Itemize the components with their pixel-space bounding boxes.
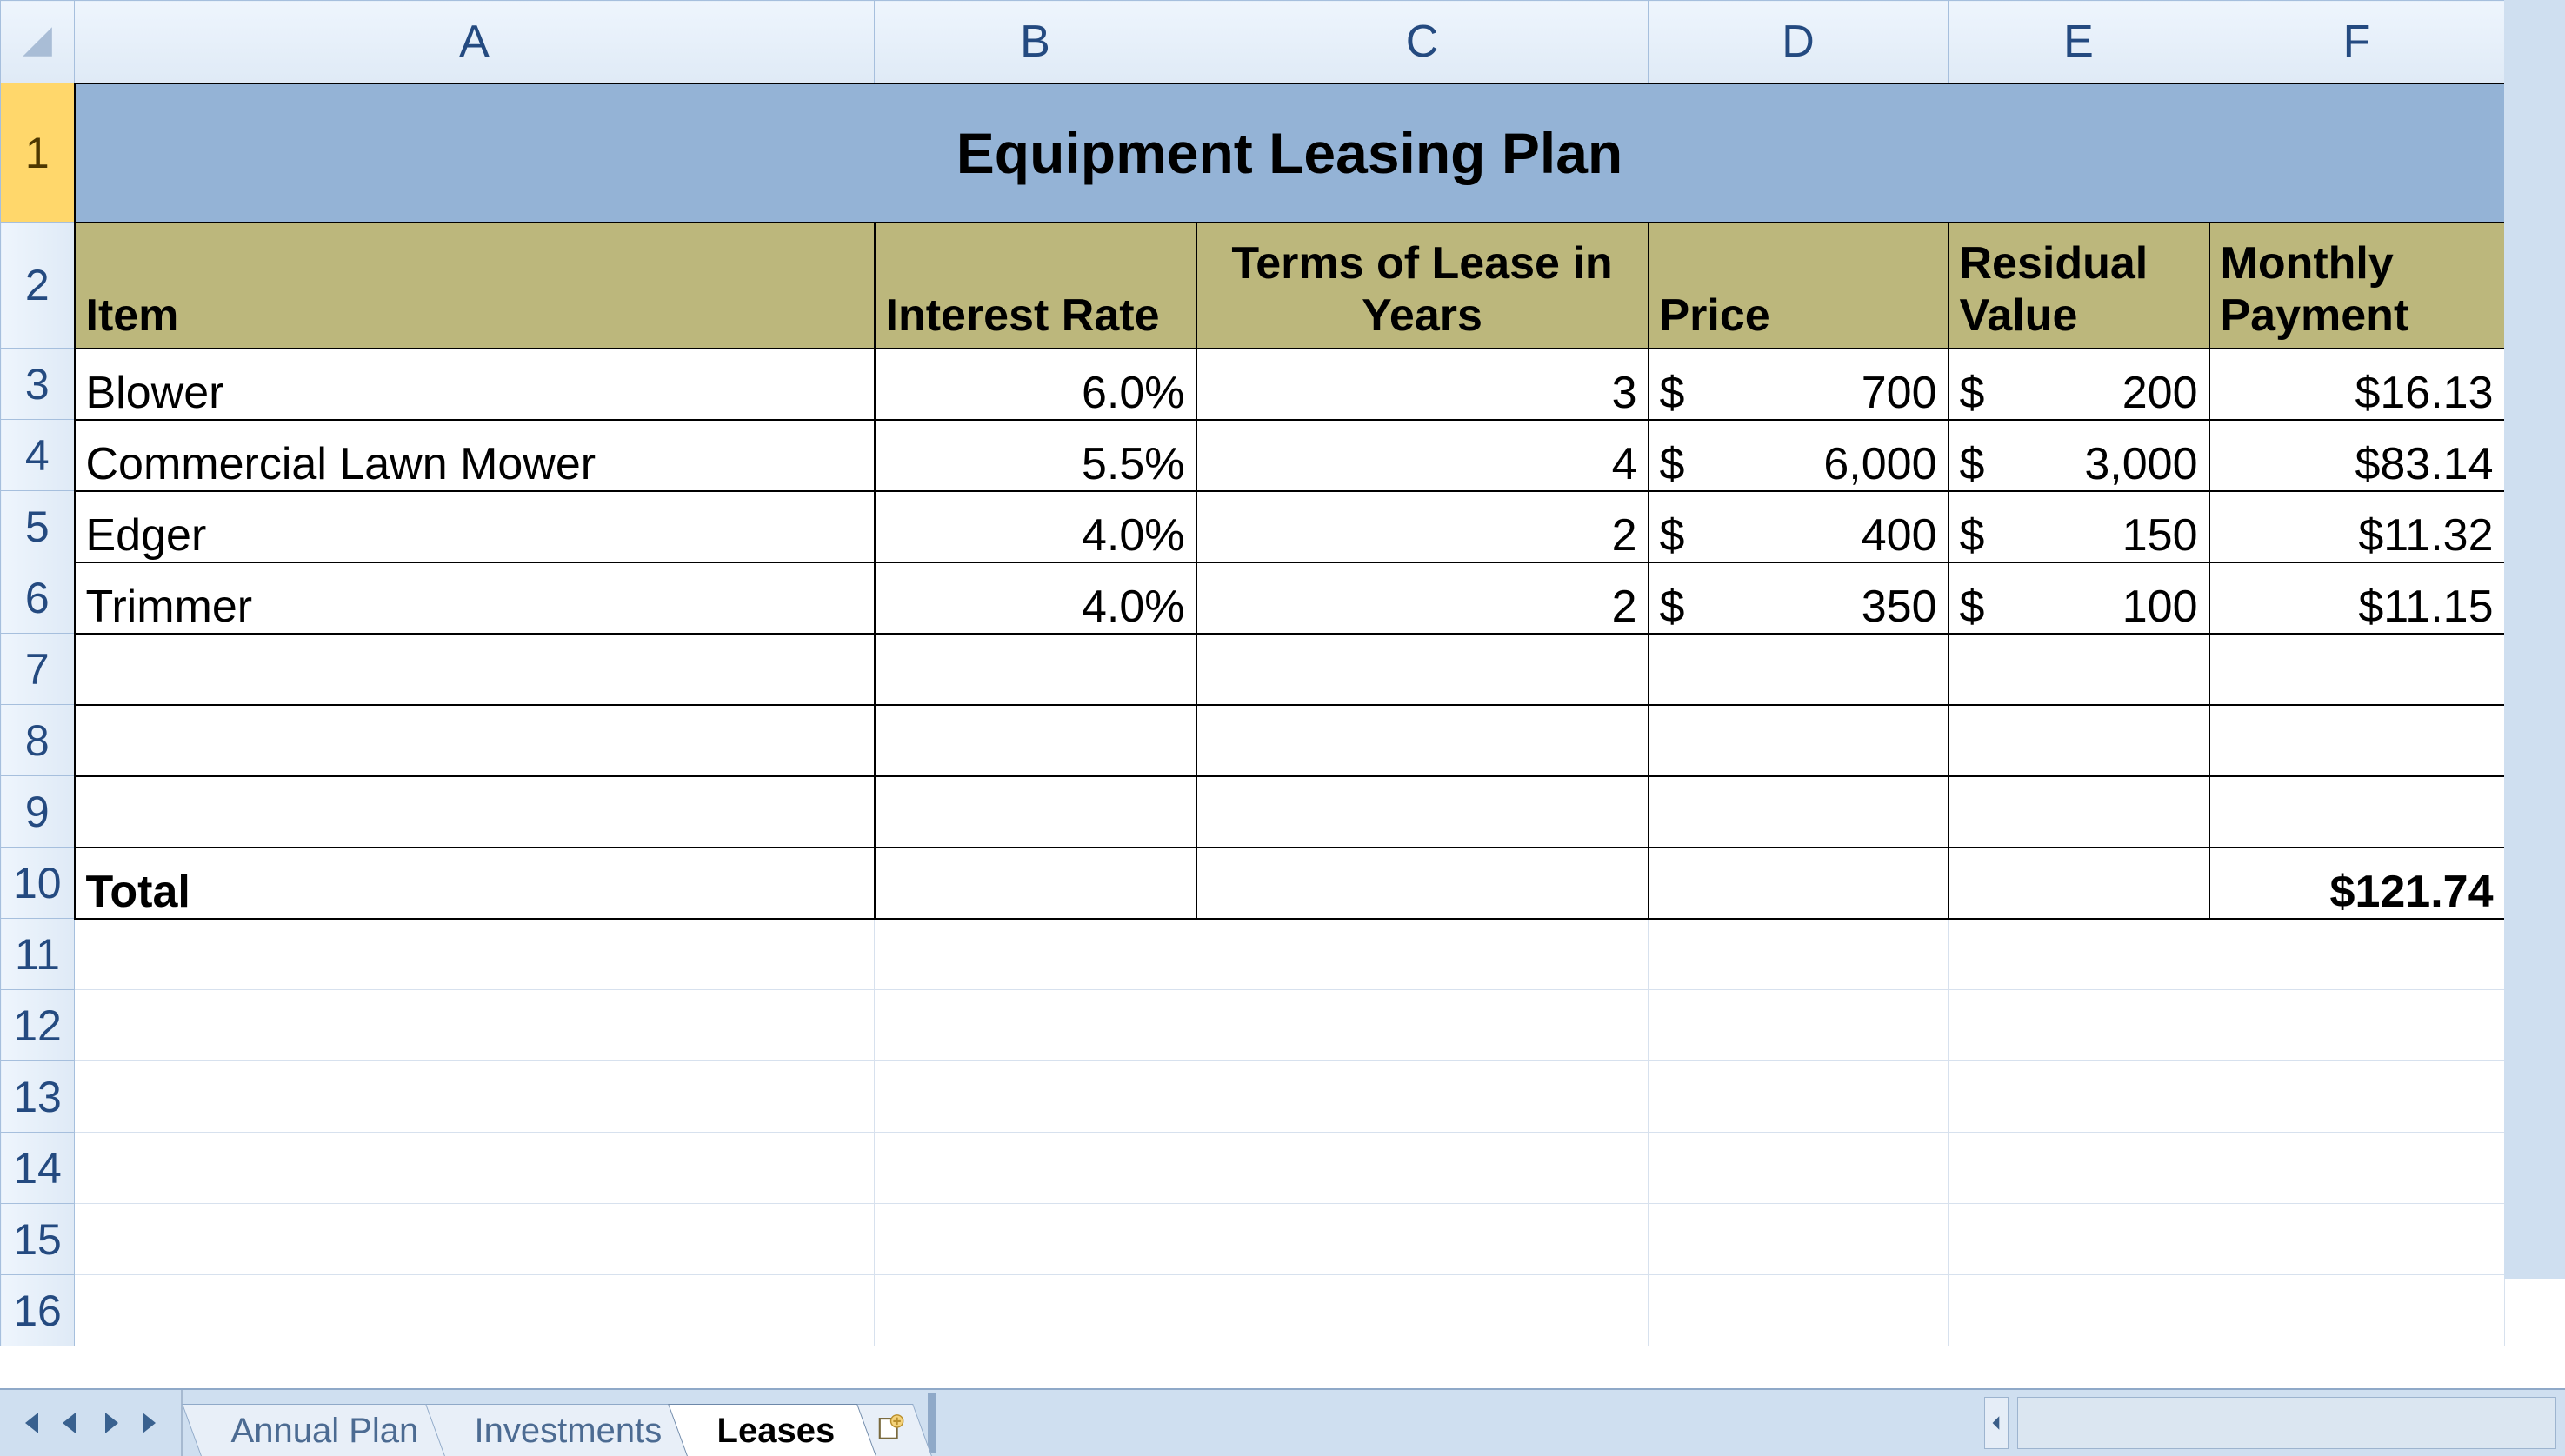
sheet-tab-leases[interactable]: Leases bbox=[668, 1404, 876, 1456]
title-cell[interactable]: Equipment Leasing Plan bbox=[75, 83, 2505, 223]
sheet-tab-investments[interactable]: Investments bbox=[425, 1404, 703, 1456]
table-row: 5 Edger 4.0% 2 $400 $150 $11.32 bbox=[1, 491, 2505, 562]
tab-nav-buttons bbox=[0, 1390, 183, 1456]
table-row: 7 bbox=[1, 634, 2505, 705]
scroll-gutter bbox=[2504, 0, 2565, 1279]
cell-residual[interactable]: $100 bbox=[1949, 562, 2209, 634]
table-row: 3 Blower 6.0% 3 $700 $200 $16.13 bbox=[1, 349, 2505, 420]
row-header-12[interactable]: 12 bbox=[1, 990, 75, 1061]
tab-nav-next-icon[interactable] bbox=[92, 1405, 129, 1441]
header-rate[interactable]: Interest Rate bbox=[875, 223, 1196, 349]
row-header-16[interactable]: 16 bbox=[1, 1275, 75, 1346]
table-row: 1 Equipment Leasing Plan bbox=[1, 83, 2505, 223]
row-header-4[interactable]: 4 bbox=[1, 420, 75, 491]
row-header-13[interactable]: 13 bbox=[1, 1061, 75, 1133]
table-row: 14 bbox=[1, 1133, 2505, 1204]
cell-payment[interactable]: $83.14 bbox=[2209, 420, 2505, 491]
table-row: 9 bbox=[1, 776, 2505, 848]
cell-price[interactable]: $700 bbox=[1649, 349, 1949, 420]
cell-residual[interactable]: $3,000 bbox=[1949, 420, 2209, 491]
row-header-14[interactable]: 14 bbox=[1, 1133, 75, 1204]
cell-terms[interactable]: 2 bbox=[1196, 491, 1649, 562]
table-row: 4 Commercial Lawn Mower 5.5% 4 $6,000 $3… bbox=[1, 420, 2505, 491]
header-price[interactable]: Price bbox=[1649, 223, 1949, 349]
col-header-C[interactable]: C bbox=[1196, 1, 1649, 83]
spreadsheet-grid[interactable]: A B C D E F 1 Equipment Leasing Plan 2 I… bbox=[0, 0, 2506, 1346]
header-item[interactable]: Item bbox=[75, 223, 875, 349]
row-header-10[interactable]: 10 bbox=[1, 848, 75, 919]
table-row: 13 bbox=[1, 1061, 2505, 1133]
table-row: 11 bbox=[1, 919, 2505, 990]
hscroll-track[interactable] bbox=[2017, 1397, 2556, 1449]
cell-price[interactable]: $350 bbox=[1649, 562, 1949, 634]
tab-scroll-divider[interactable] bbox=[928, 1393, 936, 1453]
sheet-tab-annual-plan[interactable]: Annual Plan bbox=[182, 1404, 460, 1456]
col-header-A[interactable]: A bbox=[75, 1, 875, 83]
cell-rate[interactable]: 5.5% bbox=[875, 420, 1196, 491]
row-header-3[interactable]: 3 bbox=[1, 349, 75, 420]
sheet-tabs: Annual Plan Investments Leases bbox=[183, 1390, 923, 1456]
header-residual[interactable]: Residual Value bbox=[1949, 223, 2209, 349]
col-header-D[interactable]: D bbox=[1649, 1, 1949, 83]
cell-item[interactable]: Commercial Lawn Mower bbox=[75, 420, 875, 491]
col-header-F[interactable]: F bbox=[2209, 1, 2505, 83]
tab-nav-prev-icon[interactable] bbox=[52, 1405, 89, 1441]
total-payment[interactable]: $121.74 bbox=[2209, 848, 2505, 919]
row-header-8[interactable]: 8 bbox=[1, 705, 75, 776]
total-label[interactable]: Total bbox=[75, 848, 875, 919]
sheet-tab-bar: Annual Plan Investments Leases bbox=[0, 1388, 2565, 1456]
header-payment[interactable]: Monthly Payment bbox=[2209, 223, 2505, 349]
worksheet: A B C D E F 1 Equipment Leasing Plan 2 I… bbox=[0, 0, 2565, 1346]
cell-terms[interactable]: 4 bbox=[1196, 420, 1649, 491]
cell-payment[interactable]: $16.13 bbox=[2209, 349, 2505, 420]
chevron-left-icon bbox=[1987, 1413, 2006, 1433]
row-header-15[interactable]: 15 bbox=[1, 1204, 75, 1275]
row-header-6[interactable]: 6 bbox=[1, 562, 75, 634]
cell-rate[interactable]: 4.0% bbox=[875, 562, 1196, 634]
cell-residual[interactable]: $200 bbox=[1949, 349, 2209, 420]
cell-terms[interactable]: 2 bbox=[1196, 562, 1649, 634]
select-all-corner[interactable] bbox=[1, 1, 75, 83]
table-row: 16 bbox=[1, 1275, 2505, 1346]
select-all-triangle-icon bbox=[19, 23, 56, 60]
col-header-E[interactable]: E bbox=[1949, 1, 2209, 83]
row-header-2[interactable]: 2 bbox=[1, 223, 75, 349]
tab-nav-last-icon[interactable] bbox=[132, 1405, 169, 1441]
header-terms[interactable]: Terms of Lease in Years bbox=[1196, 223, 1649, 349]
cell-item[interactable]: Edger bbox=[75, 491, 875, 562]
new-sheet-icon bbox=[876, 1412, 906, 1451]
row-header-9[interactable]: 9 bbox=[1, 776, 75, 848]
table-row: 8 bbox=[1, 705, 2505, 776]
cell-item[interactable]: Blower bbox=[75, 349, 875, 420]
cell-terms[interactable]: 3 bbox=[1196, 349, 1649, 420]
row-header-1[interactable]: 1 bbox=[1, 83, 75, 223]
table-row: 15 bbox=[1, 1204, 2505, 1275]
cell-payment[interactable]: $11.32 bbox=[2209, 491, 2505, 562]
row-header-7[interactable]: 7 bbox=[1, 634, 75, 705]
hscroll-left-button[interactable] bbox=[1984, 1397, 2009, 1449]
cell-payment[interactable]: $11.15 bbox=[2209, 562, 2505, 634]
cell-price[interactable]: $400 bbox=[1649, 491, 1949, 562]
cell-price[interactable]: $6,000 bbox=[1649, 420, 1949, 491]
column-header-row: A B C D E F bbox=[1, 1, 2505, 83]
tab-nav-first-icon[interactable] bbox=[12, 1405, 49, 1441]
table-row: 2 Item Interest Rate Terms of Lease in Y… bbox=[1, 223, 2505, 349]
table-row: 6 Trimmer 4.0% 2 $350 $100 $11.15 bbox=[1, 562, 2505, 634]
col-header-B[interactable]: B bbox=[875, 1, 1196, 83]
cell-rate[interactable]: 4.0% bbox=[875, 491, 1196, 562]
table-row: 10 Total $121.74 bbox=[1, 848, 2505, 919]
row-header-11[interactable]: 11 bbox=[1, 919, 75, 990]
row-header-5[interactable]: 5 bbox=[1, 491, 75, 562]
cell-residual[interactable]: $150 bbox=[1949, 491, 2209, 562]
table-row: 12 bbox=[1, 990, 2505, 1061]
cell-item[interactable]: Trimmer bbox=[75, 562, 875, 634]
cell-rate[interactable]: 6.0% bbox=[875, 349, 1196, 420]
